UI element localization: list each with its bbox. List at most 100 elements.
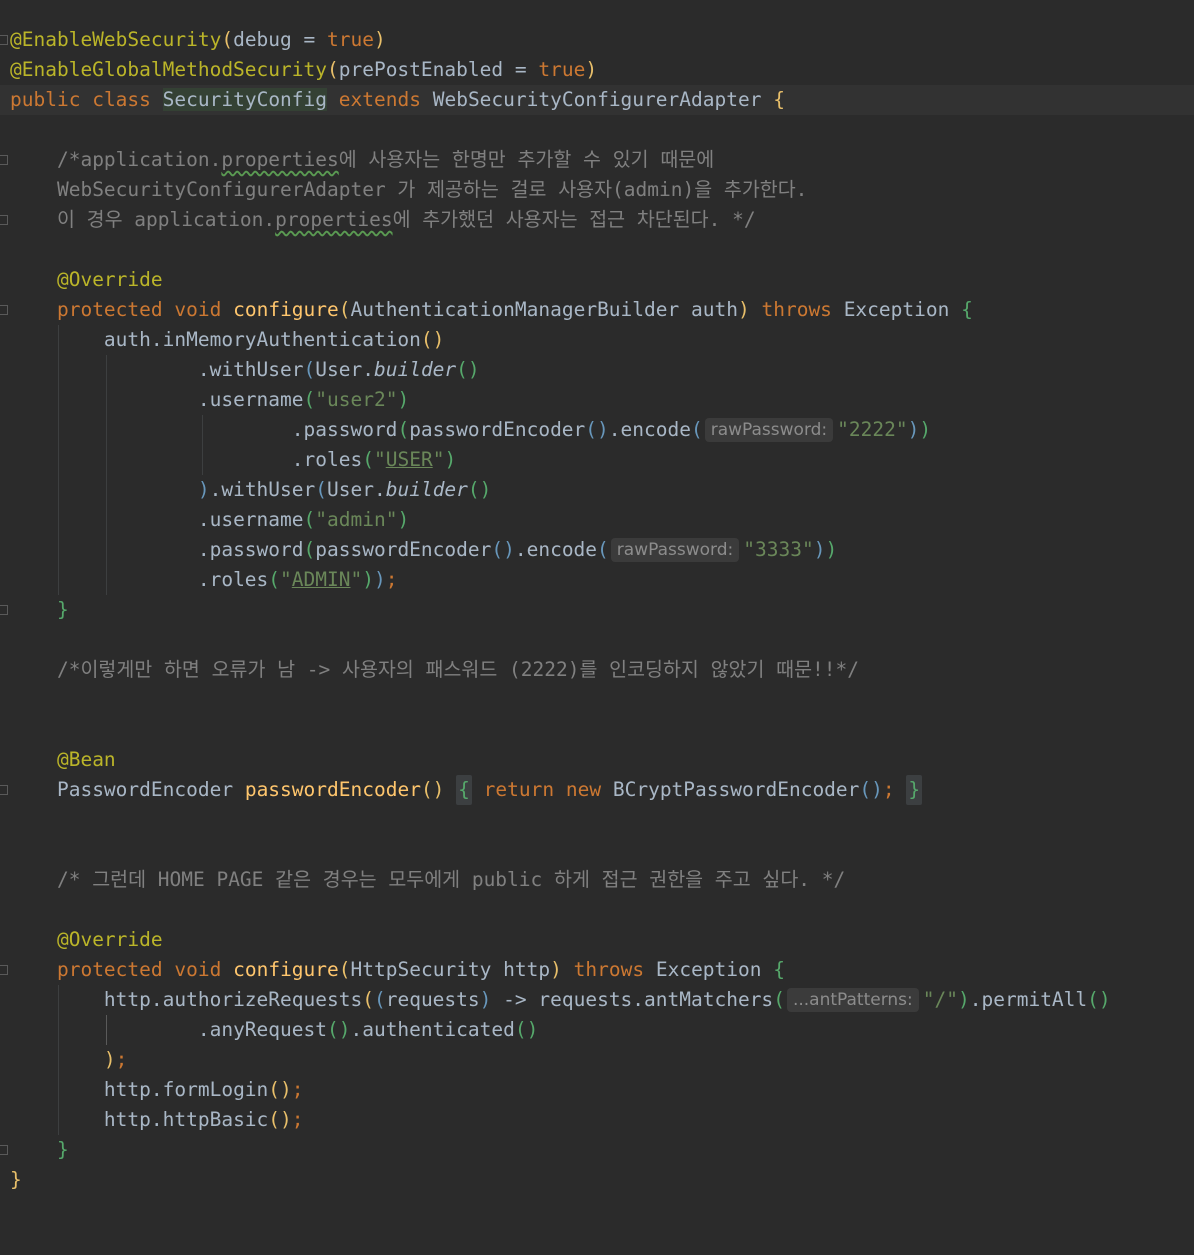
type: User xyxy=(327,478,374,501)
code-line[interactable]: @EnableGlobalMethodSecurity(prePostEnabl… xyxy=(0,55,1194,85)
annotation: @EnableGlobalMethodSecurity xyxy=(10,58,327,81)
identifier: http xyxy=(103,1078,151,1101)
string: "3333" xyxy=(743,538,814,561)
comment-typo: properties xyxy=(275,208,393,231)
method-call: .username xyxy=(197,508,304,531)
code-line[interactable]: http.formLogin(); xyxy=(0,1075,1194,1105)
comment: 에 추가했던 사용자는 접근 차단된다. */ xyxy=(392,208,756,231)
method-call: .username xyxy=(197,388,304,411)
code-line[interactable]: } xyxy=(0,1165,1194,1195)
type: PasswordEncoder xyxy=(56,778,234,801)
method-call: .password xyxy=(291,418,398,441)
method-call: passwordEncoder xyxy=(409,418,586,441)
method-call: .permitAll xyxy=(969,988,1088,1011)
keyword: protected xyxy=(56,298,163,321)
annotation: @Override xyxy=(56,268,163,291)
code-line[interactable]: .anyRequest().authenticated() xyxy=(0,1015,1194,1045)
comment: /*이렇게만 하면 오류가 남 -> 사용자의 패스워드 (2222)를 인코딩… xyxy=(56,658,859,681)
code-line[interactable]: .roles("USER") xyxy=(0,445,1194,475)
code-line[interactable]: protected void configure(HttpSecurity ht… xyxy=(0,955,1194,985)
code-line[interactable]: @Bean xyxy=(0,745,1194,775)
code-line[interactable]: @Override xyxy=(0,265,1194,295)
code-line[interactable]: ); xyxy=(0,1045,1194,1075)
code-line[interactable]: } xyxy=(0,1135,1194,1165)
code-line[interactable]: WebSecurityConfigurerAdapter 가 제공하는 걸로 사… xyxy=(0,175,1194,205)
keyword: void xyxy=(174,298,222,321)
keyword: new xyxy=(565,778,602,801)
comment: /* 그런데 HOME PAGE 같은 경우는 모두에게 public 하게 접… xyxy=(56,868,846,891)
code-line[interactable]: @Override xyxy=(0,925,1194,955)
identifier: http xyxy=(103,1108,151,1131)
code-line[interactable]: .username("admin") xyxy=(0,505,1194,535)
comment: /*application. xyxy=(56,148,222,171)
identifier: debug xyxy=(233,28,292,51)
keyword: void xyxy=(174,958,222,981)
keyword: throws xyxy=(761,298,832,321)
identifier: http xyxy=(103,988,151,1011)
code-line[interactable]: protected void configure(AuthenticationM… xyxy=(0,295,1194,325)
code-line[interactable]: 이 경우 application.properties에 추가했던 사용자는 접… xyxy=(0,205,1194,235)
method-call: .encode xyxy=(608,418,691,441)
string: ADMIN xyxy=(291,568,351,591)
code-line[interactable]: .password(passwordEncoder().encode(rawPa… xyxy=(0,535,1194,565)
code-line[interactable]: } xyxy=(0,595,1194,625)
code-line[interactable]: /*application.properties에 사용자는 한명만 추가할 수… xyxy=(0,145,1194,175)
string: "/" xyxy=(922,988,958,1011)
comment: 이 경우 application. xyxy=(56,208,276,231)
type: Exception xyxy=(843,298,950,321)
keyword: protected xyxy=(56,958,163,981)
method-call: .antMatchers xyxy=(632,988,774,1011)
method-name: configure xyxy=(233,298,339,321)
keyword: class xyxy=(92,88,151,111)
keyword: throws xyxy=(573,958,645,981)
string: " xyxy=(373,448,386,471)
code-line[interactable]: /* 그런데 HOME PAGE 같은 경우는 모두에게 public 하게 접… xyxy=(0,865,1194,895)
keyword: true xyxy=(538,58,586,81)
method-call: builder xyxy=(385,478,468,501)
code-line[interactable]: @EnableWebSecurity(debug = true) xyxy=(0,25,1194,55)
code-line[interactable]: http.httpBasic(); xyxy=(0,1105,1194,1135)
code-line[interactable]: /*이렇게만 하면 오류가 남 -> 사용자의 패스워드 (2222)를 인코딩… xyxy=(0,655,1194,685)
type: User xyxy=(315,358,363,381)
code-line[interactable]: .roles("ADMIN")); xyxy=(0,565,1194,595)
code-line[interactable]: auth.inMemoryAuthentication() xyxy=(0,325,1194,355)
method-call: .httpBasic xyxy=(150,1108,269,1131)
code-line[interactable]: .withUser(User.builder() xyxy=(0,355,1194,385)
method-call: passwordEncoder xyxy=(315,538,492,561)
string: USER xyxy=(385,448,433,471)
method-call: .roles xyxy=(197,568,269,591)
method-call: .anyRequest xyxy=(197,1018,327,1041)
keyword: extends xyxy=(338,88,421,111)
string: "2222" xyxy=(837,418,908,441)
code-line[interactable]: .username("user2") xyxy=(0,385,1194,415)
method-call: .encode xyxy=(514,538,598,561)
code-line[interactable]: .password(passwordEncoder().encode(rawPa… xyxy=(0,415,1194,445)
code-line-current[interactable]: public class SecurityConfig extends WebS… xyxy=(0,85,1194,115)
string: "user2" xyxy=(315,388,398,411)
annotation: @Bean xyxy=(56,748,116,771)
code-line[interactable]: http.authorizeRequests((requests) -> req… xyxy=(0,985,1194,1015)
string: " xyxy=(350,568,363,591)
parameter-hint: ...antPatterns: xyxy=(786,988,919,1012)
super-class: WebSecurityConfigurerAdapter xyxy=(432,88,762,111)
type: BCryptPasswordEncoder xyxy=(612,778,860,801)
method-call: .authenticated xyxy=(350,1018,515,1041)
param: http xyxy=(503,958,551,981)
method-call: .roles xyxy=(291,448,363,471)
method-call: .password xyxy=(197,538,304,561)
method-call: builder xyxy=(373,358,457,381)
method-call: .withUser xyxy=(209,478,316,501)
comment: WebSecurityConfigurerAdapter 가 제공하는 걸로 사… xyxy=(56,178,808,201)
method-call: .formLogin xyxy=(150,1078,269,1101)
code-line[interactable]: ).withUser(User.builder() xyxy=(0,475,1194,505)
identifier: auth xyxy=(103,328,151,351)
string: " xyxy=(280,568,292,591)
code-editor[interactable]: @EnableWebSecurity(debug = true) @Enable… xyxy=(0,0,1194,1195)
string: "admin" xyxy=(315,508,398,531)
method-name: passwordEncoder xyxy=(244,778,421,801)
param: auth xyxy=(691,298,738,321)
type: Exception xyxy=(655,958,762,981)
identifier: requests xyxy=(538,988,633,1011)
comment: 에 사용자는 한명만 추가할 수 있기 때문에 xyxy=(338,148,715,171)
code-line[interactable]: PasswordEncoder passwordEncoder() { retu… xyxy=(0,775,1194,805)
